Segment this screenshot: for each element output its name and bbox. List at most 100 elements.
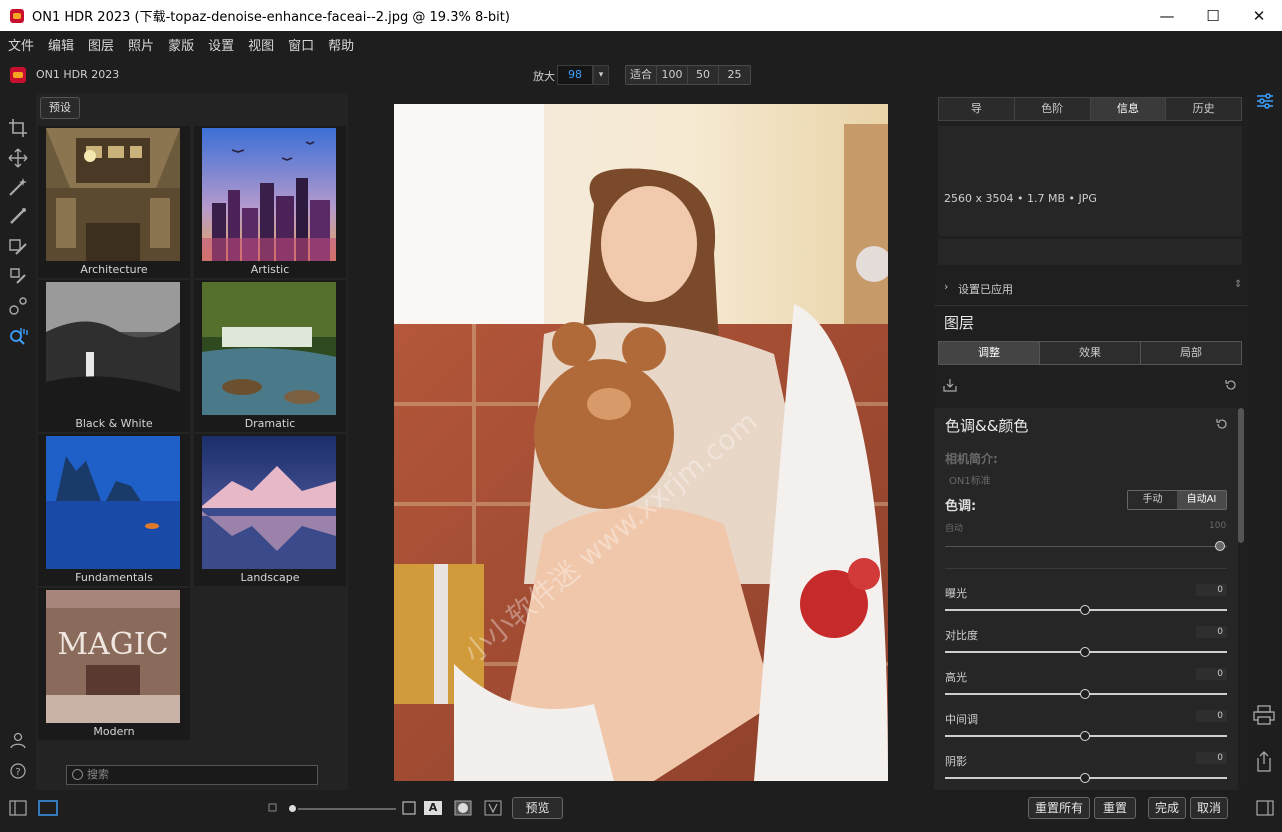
zoom-input[interactable]: 98 (557, 65, 593, 85)
contrast-slider-knob[interactable] (1080, 647, 1090, 657)
preset-landscape[interactable]: Landscape (194, 434, 346, 586)
tab-history[interactable]: 历史 (1166, 98, 1241, 120)
photo-canvas[interactable]: 小小软件迷 www.xxrjm.com (394, 104, 888, 781)
divider (945, 568, 1227, 569)
magic-wand-icon[interactable] (8, 177, 28, 197)
right-panel: 导 色阶 信息 历史 2560 x 3504 • 1.7 MB • JPG › … (934, 93, 1248, 790)
minimize-button[interactable]: — (1144, 0, 1190, 31)
tone-auto-ai-button[interactable]: 自动AI (1177, 491, 1226, 509)
preset-fundamentals[interactable]: Fundamentals (38, 434, 190, 586)
tab-local[interactable]: 局部 (1141, 342, 1241, 364)
retouch-brush-icon[interactable] (8, 266, 28, 286)
menu-layer[interactable]: 图层 (88, 35, 114, 54)
maximize-button[interactable]: ☐ (1190, 0, 1236, 31)
crop-icon[interactable] (8, 118, 28, 138)
reset-section-icon[interactable] (1216, 418, 1228, 430)
preset-thumbnail-landscape (202, 436, 336, 569)
tab-info[interactable]: 信息 (1090, 98, 1167, 120)
tab-effects[interactable]: 效果 (1040, 342, 1141, 364)
exposure-slider-knob[interactable] (1080, 605, 1090, 615)
right-panel-scrollbar[interactable] (1238, 408, 1244, 543)
small-thumb-icon[interactable] (268, 803, 277, 812)
menu-window[interactable]: 窗口 (288, 35, 314, 54)
thumbnail-size-slider[interactable] (292, 808, 396, 810)
compare-view-icon[interactable] (484, 800, 502, 816)
highlights-slider-knob[interactable] (1080, 689, 1090, 699)
clone-stamp-icon[interactable] (8, 296, 28, 316)
preset-thumbnail-artistic (202, 128, 336, 261)
preview-button[interactable]: 预览 (512, 797, 563, 819)
expand-collapse-icon: ⇕ (1234, 279, 1243, 290)
zoom-fit-button[interactable]: 适合 (626, 66, 657, 84)
preset-label: Dramatic (244, 417, 296, 430)
tab-adjust[interactable]: 调整 (939, 342, 1040, 364)
camera-profile-label: 相机简介: (945, 452, 998, 466)
preset-artistic[interactable]: Artistic (194, 126, 346, 278)
menu-view[interactable]: 视图 (248, 35, 274, 54)
tab-levels[interactable]: 色阶 (1014, 98, 1091, 120)
menu-help[interactable]: 帮助 (328, 35, 354, 54)
auto-slider-knob[interactable] (1215, 541, 1225, 551)
menu-edit[interactable]: 编辑 (48, 35, 74, 54)
preset-architecture[interactable]: Architecture (38, 126, 190, 278)
done-button[interactable]: 完成 (1148, 797, 1186, 819)
on1-logo-icon (10, 67, 26, 83)
panel-right-toggle-icon[interactable] (1256, 800, 1274, 816)
app-name: ON1 HDR 2023 (36, 68, 120, 81)
reset-button[interactable]: 重置 (1094, 797, 1136, 819)
preset-search-input[interactable]: 搜索 (66, 765, 318, 785)
menu-mask[interactable]: 蒙版 (168, 35, 194, 54)
menu-settings[interactable]: 设置 (208, 35, 234, 54)
panel-left-toggle-icon[interactable] (9, 800, 27, 816)
masking-brush-icon[interactable] (8, 236, 28, 256)
filmstrip-toggle-icon[interactable] (38, 800, 58, 816)
reset-all-button[interactable]: 重置所有 (1028, 797, 1090, 819)
adjustments-icon[interactable] (1256, 92, 1274, 110)
app-icon (10, 8, 24, 23)
menu-file[interactable]: 文件 (8, 35, 34, 54)
settings-applied-row[interactable]: › 设置已应用 ⇕ (938, 275, 1242, 299)
thumbnail-size-knob[interactable] (287, 803, 298, 814)
presets-tab[interactable]: 预设 (40, 97, 80, 119)
cancel-button[interactable]: 取消 (1190, 797, 1228, 819)
auto-slider-track[interactable] (945, 546, 1227, 547)
shadows-slider-knob[interactable] (1080, 773, 1090, 783)
info-strip (938, 239, 1242, 265)
close-button[interactable]: ✕ (1236, 0, 1282, 31)
zoom-dropdown-chevron-icon[interactable]: ▾ (593, 65, 609, 85)
shadows-value[interactable]: 0 (1196, 752, 1227, 764)
import-icon[interactable] (943, 378, 957, 392)
highlights-value[interactable]: 0 (1196, 668, 1227, 680)
tab-navigator[interactable]: 导 (939, 98, 1015, 120)
zoom-100-button[interactable]: 100 (657, 66, 688, 84)
preset-thumbnail-black-white (46, 282, 180, 415)
zoom-hand-icon[interactable] (8, 326, 28, 346)
preset-thumbnail-dramatic (202, 282, 336, 415)
exposure-value[interactable]: 0 (1196, 584, 1227, 596)
zoom-25-button[interactable]: 25 (719, 66, 750, 84)
contrast-label: 对比度 (945, 629, 978, 642)
share-export-icon[interactable] (1255, 750, 1273, 772)
print-icon[interactable] (1253, 705, 1275, 725)
app-bar: ON1 HDR 2023 放大 98 ▾ 适合 100 50 25 (0, 57, 1282, 93)
preset-dramatic[interactable]: Dramatic (194, 280, 346, 432)
zoom-50-button[interactable]: 50 (688, 66, 719, 84)
preset-black-white[interactable]: Black & White (38, 280, 190, 432)
preset-label: Architecture (80, 263, 148, 276)
mask-overlay-toggle[interactable]: A (424, 801, 442, 815)
midtones-value[interactable]: 0 (1196, 710, 1227, 722)
mask-view-icon[interactable] (454, 800, 472, 816)
menu-photo[interactable]: 照片 (128, 35, 154, 54)
contrast-value[interactable]: 0 (1196, 626, 1227, 638)
preset-modern[interactable]: MAGIC Modern (38, 588, 190, 740)
auto-value: 100 (1209, 521, 1227, 531)
large-thumb-icon[interactable] (402, 801, 416, 815)
settings-applied-label: 设置已应用 (958, 283, 1013, 296)
help-icon[interactable]: ? (10, 763, 26, 779)
midtones-slider-knob[interactable] (1080, 731, 1090, 741)
brush-icon[interactable] (8, 206, 28, 226)
tone-manual-button[interactable]: 手动 (1128, 491, 1177, 509)
user-icon[interactable] (10, 732, 26, 748)
move-icon[interactable] (8, 148, 28, 168)
reset-layer-icon[interactable] (1225, 379, 1237, 391)
